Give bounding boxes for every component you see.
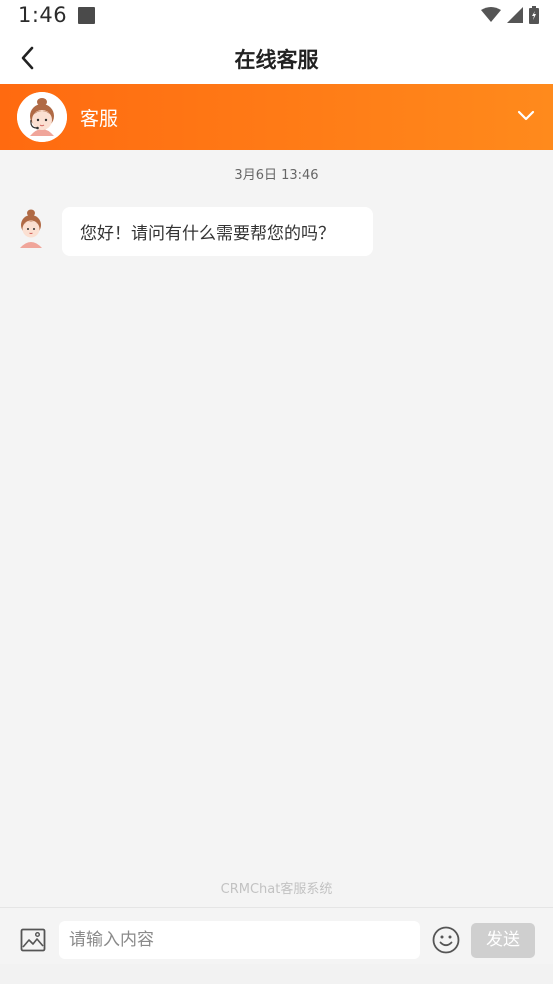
send-button[interactable]: 发送 <box>471 923 535 958</box>
emoji-icon[interactable] <box>432 926 460 954</box>
message-timestamp: 3月6日 13:46 <box>234 168 319 183</box>
agent-name: 客服 <box>80 108 119 130</box>
image-icon[interactable] <box>20 927 46 953</box>
status-icons <box>481 5 539 25</box>
battery-icon <box>529 6 539 24</box>
chat-screen: 1:46 在线客服 客服 3月6日 13:46 您好！请问有什么需要帮您的吗？ … <box>0 0 553 984</box>
status-time: 1:46 <box>18 3 68 27</box>
notification-icon <box>78 7 95 24</box>
message-input[interactable] <box>59 921 420 959</box>
signal-icon <box>507 7 523 23</box>
agent-message-avatar-icon <box>20 209 42 248</box>
support-agent-avatar-icon <box>17 92 67 142</box>
status-bar: 1:46 <box>0 0 553 34</box>
agent-avatar <box>17 92 67 142</box>
chevron-down-icon[interactable] <box>516 108 536 124</box>
wifi-icon <box>481 7 501 22</box>
bottom-strip <box>0 964 553 984</box>
brand-footer: CRMChat客服系统 <box>220 882 333 897</box>
page-title: 在线客服 <box>234 48 319 72</box>
agent-header[interactable]: 客服 <box>0 84 553 150</box>
agent-message-bubble: 您好！请问有什么需要帮您的吗？ <box>62 207 373 256</box>
nav-bar: 在线客服 <box>0 34 553 84</box>
